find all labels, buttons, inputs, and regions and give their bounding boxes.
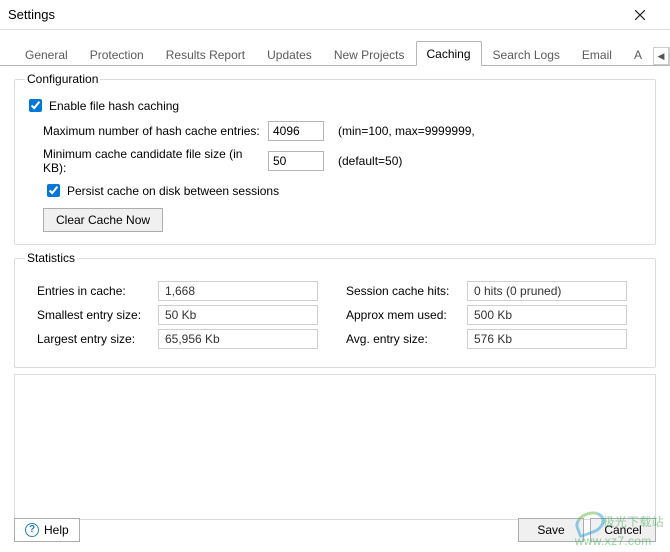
stat-label: Session cache hits: bbox=[346, 284, 461, 298]
configuration-group: Configuration Enable file hash caching M… bbox=[14, 72, 656, 245]
tab-caching[interactable]: Caching bbox=[416, 41, 482, 66]
enable-caching-label: Enable file hash caching bbox=[49, 99, 179, 113]
stat-value: 0 hits (0 pruned) bbox=[467, 281, 627, 301]
tab-scroll-arrows: ◀ ▶ bbox=[653, 47, 670, 65]
stat-largest-entry: Largest entry size: 65,956 Kb bbox=[37, 329, 336, 349]
tab-scroll-left-button[interactable]: ◀ bbox=[653, 47, 669, 65]
stat-label: Avg. entry size: bbox=[346, 332, 461, 346]
clear-cache-button[interactable]: Clear Cache Now bbox=[43, 208, 163, 232]
statistics-left-col: Entries in cache: 1,668 Smallest entry s… bbox=[37, 277, 336, 353]
tab-more[interactable]: A bbox=[623, 42, 653, 66]
max-entries-input[interactable] bbox=[268, 121, 324, 141]
persist-cache-checkbox-row[interactable]: Persist cache on disk between sessions bbox=[43, 181, 645, 200]
close-button[interactable] bbox=[618, 1, 662, 29]
stat-label: Smallest entry size: bbox=[37, 308, 152, 322]
lower-panel bbox=[14, 374, 656, 520]
tab-results-report[interactable]: Results Report bbox=[155, 42, 256, 66]
tab-new-projects[interactable]: New Projects bbox=[323, 42, 416, 66]
titlebar: Settings bbox=[0, 0, 670, 30]
stat-label: Approx mem used: bbox=[346, 308, 461, 322]
configuration-legend: Configuration bbox=[25, 72, 100, 86]
enable-caching-checkbox-row[interactable]: Enable file hash caching bbox=[25, 96, 645, 115]
help-icon: ? bbox=[25, 523, 39, 537]
cancel-button[interactable]: Cancel bbox=[590, 518, 656, 542]
statistics-right-col: Session cache hits: 0 hits (0 pruned) Ap… bbox=[346, 277, 645, 353]
dialog-footer: ? Help Save Cancel bbox=[14, 518, 656, 542]
stat-avg-entry: Avg. entry size: 576 Kb bbox=[346, 329, 645, 349]
save-button[interactable]: Save bbox=[518, 518, 584, 542]
stat-value: 50 Kb bbox=[158, 305, 318, 325]
statistics-legend: Statistics bbox=[25, 251, 77, 265]
stat-value: 500 Kb bbox=[467, 305, 627, 325]
chevron-left-icon: ◀ bbox=[657, 51, 664, 62]
stat-entries-in-cache: Entries in cache: 1,668 bbox=[37, 281, 336, 301]
stat-value: 576 Kb bbox=[467, 329, 627, 349]
persist-cache-label: Persist cache on disk between sessions bbox=[67, 184, 279, 198]
tab-updates[interactable]: Updates bbox=[256, 42, 323, 66]
max-entries-row: Maximum number of hash cache entries: (m… bbox=[43, 121, 645, 141]
tab-search-logs[interactable]: Search Logs bbox=[482, 42, 571, 66]
stat-label: Entries in cache: bbox=[37, 284, 152, 298]
stat-smallest-entry: Smallest entry size: 50 Kb bbox=[37, 305, 336, 325]
max-entries-hint: (min=100, max=9999999, bbox=[338, 124, 475, 138]
tab-email[interactable]: Email bbox=[571, 42, 623, 66]
help-button[interactable]: ? Help bbox=[14, 518, 80, 542]
tab-content: Configuration Enable file hash caching M… bbox=[0, 66, 670, 530]
window-title: Settings bbox=[8, 7, 618, 22]
enable-caching-checkbox[interactable] bbox=[29, 99, 42, 112]
min-size-label: Minimum cache candidate file size (in KB… bbox=[43, 147, 268, 175]
tab-protection[interactable]: Protection bbox=[79, 42, 155, 66]
min-size-hint: (default=50) bbox=[338, 154, 402, 168]
stat-mem-used: Approx mem used: 500 Kb bbox=[346, 305, 645, 325]
min-size-row: Minimum cache candidate file size (in KB… bbox=[43, 147, 645, 175]
statistics-group: Statistics Entries in cache: 1,668 Small… bbox=[14, 251, 656, 368]
tab-general[interactable]: General bbox=[14, 42, 79, 66]
tab-strip: General Protection Results Report Update… bbox=[0, 38, 670, 66]
stat-value: 1,668 bbox=[158, 281, 318, 301]
stat-value: 65,956 Kb bbox=[158, 329, 318, 349]
persist-cache-checkbox[interactable] bbox=[47, 184, 60, 197]
statistics-columns: Entries in cache: 1,668 Smallest entry s… bbox=[37, 277, 645, 353]
help-label: Help bbox=[44, 523, 69, 537]
close-icon bbox=[635, 10, 645, 20]
min-size-input[interactable] bbox=[268, 151, 324, 171]
config-indent: Maximum number of hash cache entries: (m… bbox=[43, 121, 645, 232]
stat-label: Largest entry size: bbox=[37, 332, 152, 346]
stat-session-hits: Session cache hits: 0 hits (0 pruned) bbox=[346, 281, 645, 301]
max-entries-label: Maximum number of hash cache entries: bbox=[43, 124, 268, 138]
